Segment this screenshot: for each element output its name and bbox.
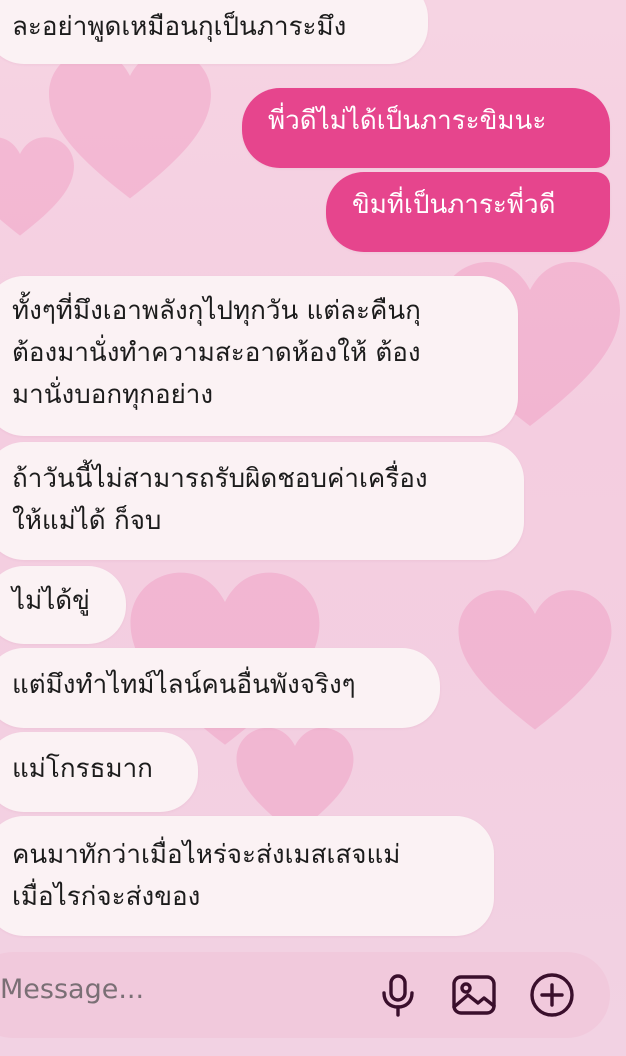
outgoing-message[interactable]: พี่วดีไม่ได้เป็นภาระขิมนะ [242, 88, 610, 168]
outgoing-message[interactable]: ขิมที่เป็นภาระพี่วดี [326, 172, 610, 252]
incoming-message[interactable]: ทั้งๆที่มึงเอาพลังกุไปทุกวัน แต่ละคืนกุ … [0, 276, 518, 436]
image-icon[interactable] [448, 969, 500, 1021]
message-composer: Message... [0, 952, 610, 1038]
incoming-message[interactable]: ถ้าวันนี้ไม่สามารถรับผิดชอบค่าเครื่อง ให… [0, 442, 524, 560]
message-thread: ละอย่าพูดเหมือนกุเป็นภาระมึง พี่วดีไม่ได… [0, 0, 626, 950]
incoming-message[interactable]: แม่โกรธมาก [0, 732, 198, 812]
microphone-icon[interactable] [372, 969, 424, 1021]
incoming-message[interactable]: แต่มึงทำไทม์ไลน์คนอื่นพังจริงๆ [0, 648, 440, 728]
incoming-message[interactable]: ละอย่าพูดเหมือนกุเป็นภาระมึง [0, 0, 428, 64]
incoming-message[interactable]: คนมาทักว่าเมื่อไหร่จะส่งเมสเสจแม่ เมื่อไ… [0, 816, 494, 936]
plus-circle-icon[interactable] [526, 969, 578, 1021]
incoming-message[interactable]: ไม่ได้ขู่ [0, 566, 126, 644]
message-input[interactable]: Message... [0, 974, 144, 1005]
